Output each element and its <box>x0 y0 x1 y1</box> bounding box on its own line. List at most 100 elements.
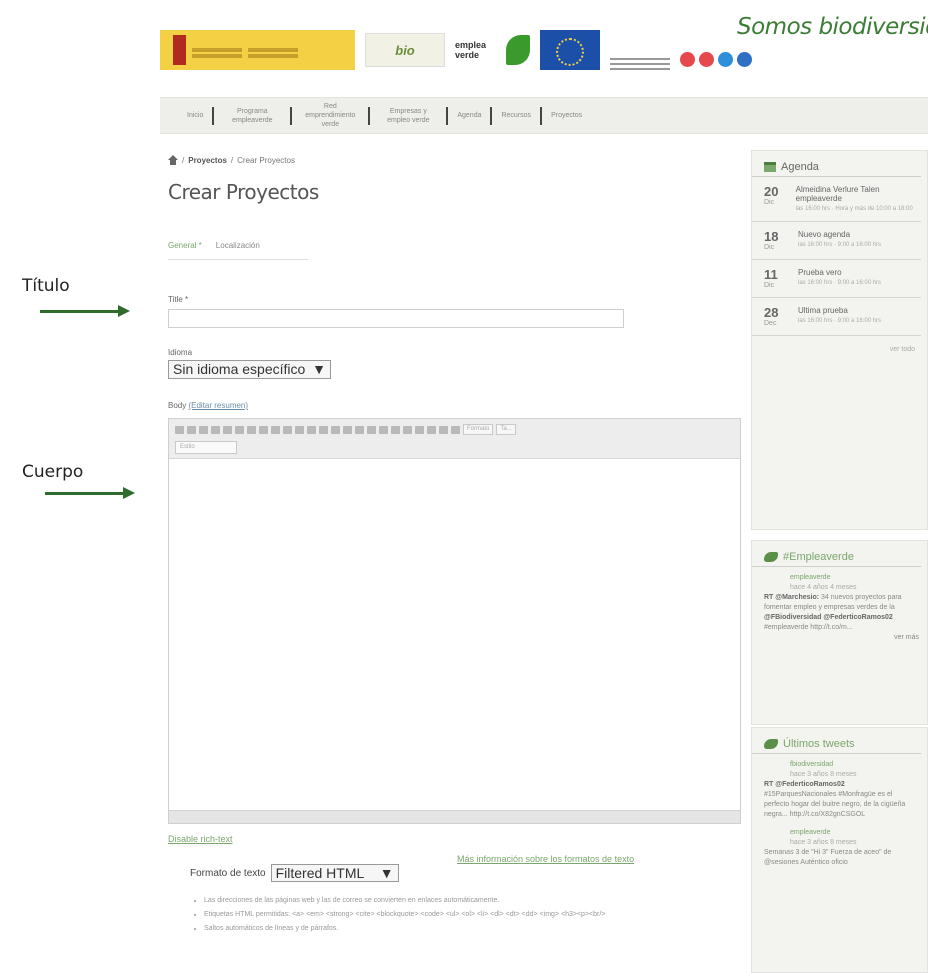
event-title[interactable]: Prueba vero <box>798 268 881 277</box>
eu-flag-logo[interactable] <box>540 30 600 70</box>
strikethrough-icon[interactable] <box>211 425 220 434</box>
body-label-text: Body <box>168 401 187 410</box>
editor-toolbar: Formato Ta... Estilo <box>169 419 740 459</box>
agenda-event[interactable]: 18 Dic Nuevo agenda las 16:00 hrs · 9:00 a… <box>752 222 921 260</box>
indent-icon[interactable] <box>331 425 340 434</box>
tweet-user[interactable]: empleaverde <box>764 573 919 583</box>
language-label: Idioma <box>168 348 193 357</box>
outdent-icon[interactable] <box>319 425 328 434</box>
hashtag-see-more-link[interactable]: ver más <box>764 633 919 643</box>
fondo-social-logo <box>610 40 670 70</box>
social-links <box>680 52 752 67</box>
nav-item-agenda[interactable]: Agenda <box>448 111 490 120</box>
tweet-text: #15ParquesNacionales #Monfragüe es el pe… <box>764 791 906 818</box>
text-format-label: Formato de texto <box>190 867 266 879</box>
source-icon[interactable] <box>415 425 424 434</box>
nav-item-empresas[interactable]: Empresas y empleo verde <box>370 107 446 125</box>
tweet-mentions[interactable]: @FBiodiversidad @FederticoRamos02 <box>764 614 893 621</box>
agenda-event[interactable]: 28 Dec Ultima prueba las 16:00 hrs · 9:00 … <box>752 298 921 336</box>
format-tip: Etiquetas HTML permitidas: <a> <em> <str… <box>204 910 714 920</box>
tweet-mentions[interactable]: RT @Marchesio: <box>764 594 819 601</box>
redo-icon[interactable] <box>283 425 292 434</box>
pinterest-icon[interactable] <box>680 52 695 67</box>
facebook-icon[interactable] <box>737 52 752 67</box>
agenda-event[interactable]: 20 Dic Almeidina Verlure Talen empleaverd… <box>752 177 921 222</box>
tweets-block: Últimos tweets fbiodiversidad hace 3 año… <box>751 727 928 973</box>
paste-word-icon[interactable] <box>439 425 448 434</box>
italic-icon[interactable] <box>187 425 196 434</box>
calendar-icon <box>764 162 776 172</box>
link-icon[interactable] <box>343 425 352 434</box>
ministerio-logo[interactable] <box>160 30 355 70</box>
tweet-user[interactable]: empleaverde <box>764 828 919 838</box>
brand-title: Somos biodiversidad <box>737 14 928 40</box>
bullet-list-icon[interactable] <box>295 425 304 434</box>
hashtag-title: #Empleaverde <box>783 551 854 563</box>
fundacion-biodiversidad-logo[interactable]: bio <box>365 33 445 67</box>
tab-general[interactable]: General * <box>168 238 202 259</box>
edit-summary-link[interactable]: (Editar resumen) <box>188 401 248 410</box>
format-dropdown[interactable]: Formato <box>463 424 494 435</box>
align-center-icon[interactable] <box>235 425 244 434</box>
event-title[interactable]: Nuevo agenda <box>798 230 881 239</box>
disable-rich-text-link[interactable]: Disable rich-text <box>168 834 233 844</box>
nav-item-programa[interactable]: Programa empleaverde <box>214 107 290 125</box>
title-input[interactable] <box>168 309 624 328</box>
editor-content-area[interactable] <box>169 459 740 810</box>
undo-icon[interactable] <box>271 425 280 434</box>
header-logos: bio emplea verde <box>160 26 670 74</box>
horizontal-rule-icon[interactable] <box>391 425 400 434</box>
align-justify-icon[interactable] <box>259 425 268 434</box>
text-format-select[interactable]: Filtered HTML ▼ <box>270 864 399 882</box>
size-dropdown[interactable]: Ta... <box>496 424 516 435</box>
agenda-event[interactable]: 11 Dic Prueba vero las 16:00 hrs · 9:00 a … <box>752 260 921 298</box>
event-day: 28 <box>764 305 779 320</box>
blockquote-icon[interactable] <box>403 425 412 434</box>
format-tip: Saltos automáticos de líneas y de párraf… <box>204 924 714 934</box>
format-tips: Las direcciones de las páginas web y las… <box>204 896 714 938</box>
tweet-time: hace 3 años 8 meses <box>790 771 857 778</box>
event-title[interactable]: Almeidina Verlure Talen empleaverde <box>796 185 915 203</box>
leaf-icon <box>505 35 530 65</box>
nav-item-proyectos[interactable]: Proyectos <box>542 111 591 120</box>
emplea-verde-logo[interactable]: emplea verde <box>455 30 530 70</box>
breadcrumb-proyectos[interactable]: Proyectos <box>188 156 227 165</box>
align-right-icon[interactable] <box>247 425 256 434</box>
language-select[interactable]: Sin idioma específico ▼ <box>168 360 331 379</box>
home-icon[interactable] <box>168 155 178 165</box>
nav-item-recursos[interactable]: Recursos <box>492 111 540 120</box>
twitter-icon[interactable] <box>718 52 733 67</box>
tweets-title: Últimos tweets <box>783 738 855 750</box>
nav-item-red[interactable]: Red emprendimiento verde <box>292 102 368 129</box>
numbered-list-icon[interactable] <box>307 425 316 434</box>
styles-dropdown[interactable]: Estilo <box>175 441 237 454</box>
tweet-time: hace 3 años 8 meses <box>790 839 857 846</box>
event-day: 18 <box>764 229 779 244</box>
text-format-row: Formato de texto Filtered HTML ▼ <box>190 864 399 882</box>
unlink-icon[interactable] <box>355 425 364 434</box>
tweet-text[interactable]: #empleaverde http://t.co/m... <box>764 623 919 633</box>
breadcrumb-current: Crear Proyectos <box>237 155 295 165</box>
tweet-mentions[interactable]: RT @FederticoRamos02 <box>764 781 845 788</box>
dropdown-arrow-icon: ▼ <box>379 865 394 881</box>
agenda-see-more-link[interactable]: ver todo <box>752 336 927 363</box>
form-tabs: General * Localización <box>168 238 308 260</box>
table-icon[interactable] <box>379 425 388 434</box>
maximize-icon[interactable] <box>451 425 460 434</box>
bold-icon[interactable] <box>175 425 184 434</box>
main-nav: Inicio Programa empleaverde Red emprendi… <box>160 97 928 134</box>
underline-icon[interactable] <box>199 425 208 434</box>
image-icon[interactable] <box>367 425 376 434</box>
annotation-cuerpo-arrow <box>45 487 135 499</box>
event-title[interactable]: Ultima prueba <box>798 306 881 315</box>
tab-localizacion[interactable]: Localización <box>216 238 260 259</box>
body-editor: Formato Ta... Estilo <box>168 418 741 824</box>
more-info-link[interactable]: Más información sobre los formatos de te… <box>457 854 634 864</box>
paste-text-icon[interactable] <box>427 425 436 434</box>
youtube-icon[interactable] <box>699 52 714 67</box>
annotation-titulo-arrow <box>40 305 130 317</box>
tweet-user[interactable]: fbiodiversidad <box>764 760 919 770</box>
nav-item-inicio[interactable]: Inicio <box>178 111 212 120</box>
hashtag-header: #Empleaverde <box>752 541 921 567</box>
align-left-icon[interactable] <box>223 425 232 434</box>
